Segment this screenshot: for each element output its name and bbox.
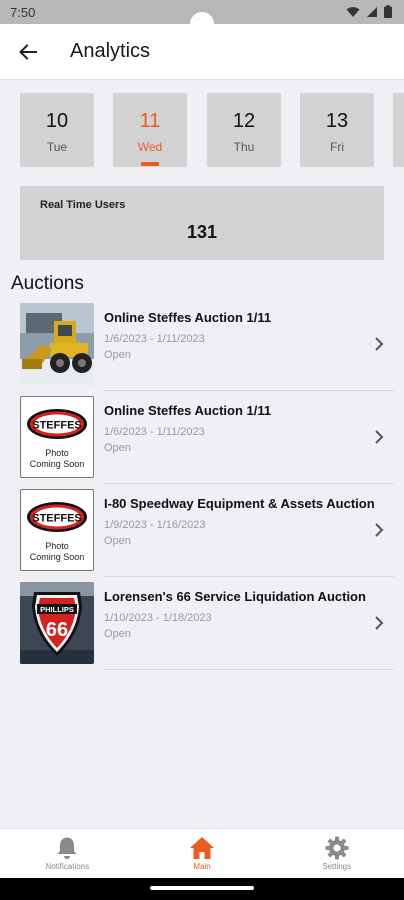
placeholder-text: Photo <box>45 541 69 551</box>
nav-notifications[interactable]: Notifications <box>0 829 135 878</box>
bell-icon <box>57 837 77 859</box>
signal-icon <box>367 6 377 17</box>
realtime-users-label: Real Time Users <box>40 199 126 211</box>
phillips-66-sign-photo: PHILLIPS 66 <box>20 582 94 664</box>
auctions-heading: Auctions <box>11 273 84 294</box>
arrow-left-icon <box>19 43 37 60</box>
photo-coming-soon-placeholder: STEFFES Photo Coming Soon <box>20 489 94 571</box>
chevron-right-icon <box>375 523 384 537</box>
nav-main[interactable]: Main <box>135 829 270 878</box>
photo-coming-soon-placeholder: STEFFES Photo Coming Soon <box>20 396 94 478</box>
nav-label: Notifications <box>45 862 90 871</box>
nav-label: Settings <box>322 862 352 871</box>
status-bar: 7:50 <box>0 0 404 36</box>
back-button[interactable] <box>0 24 56 80</box>
chevron-right-icon <box>375 616 384 630</box>
auction-title: Lorensen's 66 Service Liquidation Auctio… <box>104 589 366 604</box>
auction-status: Open <box>104 349 131 361</box>
auction-list: Online Steffes Auction 1/11 1/6/2023 - 1… <box>0 300 404 672</box>
sign-text: PHILLIPS <box>40 605 74 614</box>
status-icons <box>346 5 392 18</box>
divider <box>104 576 394 577</box>
auction-title: Online Steffes Auction 1/11 <box>104 403 272 418</box>
chevron-right-icon <box>375 430 384 444</box>
auction-status: Open <box>104 535 131 547</box>
auction-list-item[interactable]: Online Steffes Auction 1/11 1/6/2023 - 1… <box>0 300 404 393</box>
date-number: 10 <box>45 110 69 132</box>
gear-icon <box>325 836 349 860</box>
date-weekday: Fri <box>330 140 344 154</box>
date-card-next[interactable] <box>393 93 404 167</box>
home-icon <box>190 837 214 859</box>
page-title: Analytics <box>70 40 151 62</box>
placeholder-text: Photo <box>45 448 69 458</box>
auction-list-item[interactable]: PHILLIPS 66 Lorensen's 66 Service Liquid… <box>0 579 404 672</box>
chevron-right-icon <box>375 337 384 351</box>
date-card-12[interactable]: 12 Thu <box>207 93 281 167</box>
placeholder-text: Coming Soon <box>30 552 85 562</box>
date-weekday: Thu <box>233 140 255 154</box>
divider <box>104 483 394 484</box>
realtime-users-card: Real Time Users 131 <box>20 186 384 260</box>
auction-dates: 1/9/2023 - 1/16/2023 <box>104 519 206 531</box>
auction-title: I-80 Speedway Equipment & Assets Auction <box>104 496 375 511</box>
bottom-navigation: Notifications Main Settings <box>0 828 404 878</box>
placeholder-text: Coming Soon <box>30 459 85 469</box>
system-gesture-bar <box>0 878 404 900</box>
wheel-loader-photo <box>20 303 94 385</box>
auction-dates: 1/6/2023 - 1/11/2023 <box>104 333 205 345</box>
date-weekday: Tue <box>46 140 68 154</box>
wifi-icon <box>346 6 360 17</box>
date-card-13[interactable]: 13 Fri <box>300 93 374 167</box>
battery-icon <box>384 5 392 18</box>
date-number: 11 <box>139 110 161 132</box>
auction-dates: 1/10/2023 - 1/18/2023 <box>104 612 212 624</box>
realtime-users-value: 131 <box>186 222 218 242</box>
date-weekday: Wed <box>137 140 163 154</box>
date-number: 12 <box>232 110 256 132</box>
auction-status: Open <box>104 442 131 454</box>
auction-status: Open <box>104 628 131 640</box>
nav-settings[interactable]: Settings <box>269 829 404 878</box>
date-card-10[interactable]: 10 Tue <box>20 93 94 167</box>
steffes-logo-text: STEFFES <box>32 513 82 525</box>
auction-list-item[interactable]: STEFFES Photo Coming Soon I-80 Speedway … <box>0 486 404 579</box>
auction-dates: 1/6/2023 - 1/11/2023 <box>104 426 205 438</box>
steffes-logo-text: STEFFES <box>32 420 82 432</box>
nav-label: Main <box>193 862 211 871</box>
auction-list-item[interactable]: STEFFES Photo Coming Soon Online Steffes… <box>0 393 404 486</box>
divider <box>104 390 394 391</box>
home-gesture-handle[interactable] <box>150 886 254 890</box>
auction-title: Online Steffes Auction 1/11 <box>104 310 272 325</box>
date-card-11[interactable]: 11 Wed <box>113 93 187 167</box>
selected-indicator <box>141 162 159 166</box>
sign-number: 66 <box>46 619 68 641</box>
app-bar: Analytics <box>0 24 404 80</box>
divider <box>104 669 394 670</box>
date-number: 13 <box>325 110 349 132</box>
date-selector: 10 Tue 11 Wed 12 Thu 13 Fri <box>0 80 404 178</box>
status-time: 7:50 <box>10 5 36 20</box>
